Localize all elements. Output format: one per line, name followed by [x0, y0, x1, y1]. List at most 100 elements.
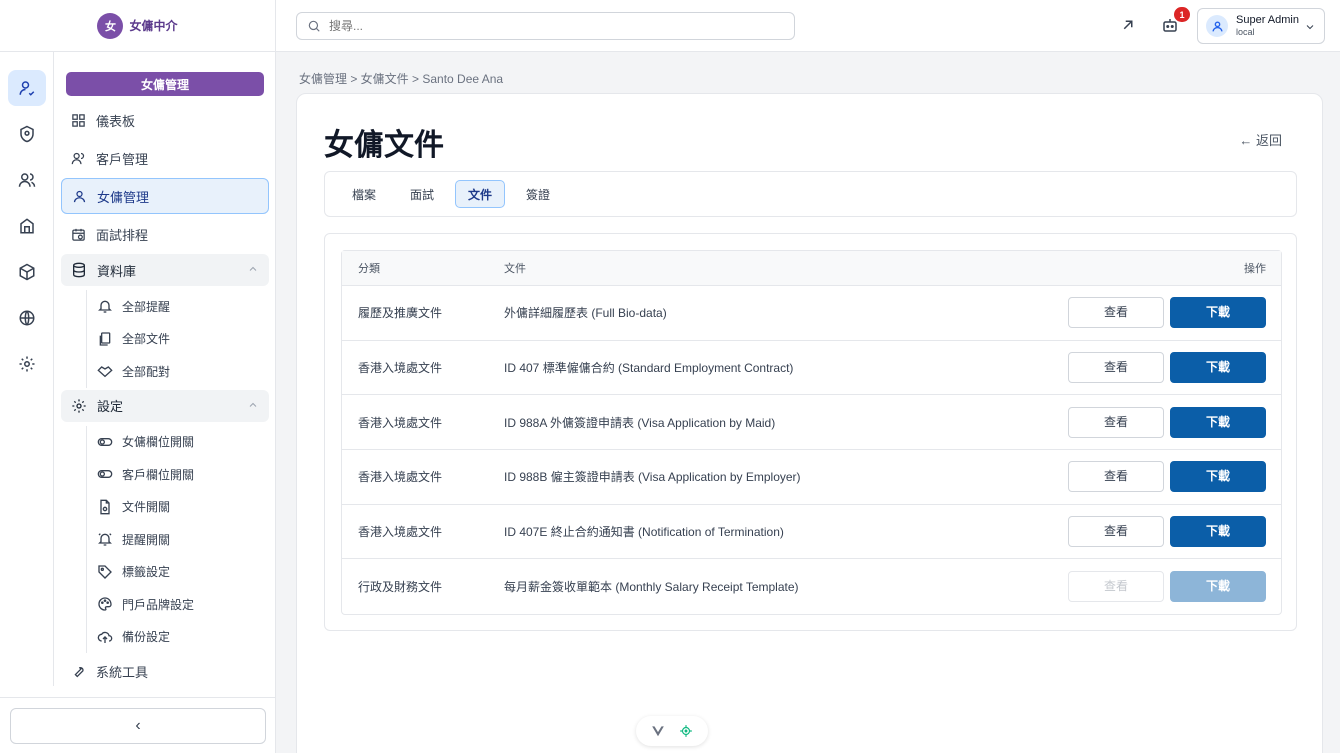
tab-visa[interactable]: 簽證: [513, 180, 563, 208]
rail-gear-icon[interactable]: [8, 346, 46, 382]
cell-document: ID 988B 僱主簽證申請表 (Visa Application by Emp…: [504, 450, 1024, 505]
sidebar-item-label: 備份設定: [122, 630, 171, 645]
documents-panel: 分類 文件 操作 履歷及推廣文件 外傭詳細履歷表 (Full Bio-data)…: [324, 233, 1297, 631]
table-row: 香港入境處文件 ID 407 標準僱傭合約 (Standard Employme…: [342, 341, 1281, 396]
dev-toolbar: [636, 716, 708, 746]
cell-category: 履歷及推廣文件: [342, 286, 504, 341]
search-input[interactable]: [329, 19, 769, 33]
settings-submenu: 女傭欄位開關 客戶欄位開關 文件開關 提醒開關 標籤設定 門戶品牌設定 備份設定: [86, 425, 269, 654]
sidebar-item-maid-field-toggles[interactable]: 女傭欄位開關: [97, 426, 269, 459]
brand-logo[interactable]: 女: [97, 12, 124, 39]
back-button[interactable]: ← 返回: [1239, 130, 1282, 149]
sidebar-group-settings[interactable]: 設定: [61, 389, 269, 422]
rail-users-icon[interactable]: [8, 162, 46, 198]
target-icon[interactable]: [679, 724, 693, 738]
sidebar-footer: ‹: [0, 697, 276, 753]
sidebar-item-client-field-toggles[interactable]: 客戶欄位開關: [97, 458, 269, 491]
view-button[interactable]: 查看: [1068, 406, 1164, 438]
sidebar-item-label: 女傭欄位開關: [122, 435, 195, 450]
cell-document: ID 407 標準僱傭合約 (Standard Employment Contr…: [504, 341, 1024, 396]
brand-name[interactable]: 女傭中介: [129, 17, 177, 34]
sidebar-item-label: 標籤設定: [122, 565, 171, 580]
search-icon: [308, 20, 320, 32]
download-button[interactable]: 下載: [1170, 461, 1266, 493]
database-icon: [73, 262, 85, 278]
view-button[interactable]: 查看: [1068, 352, 1164, 384]
view-button[interactable]: 查看: [1068, 461, 1164, 493]
view-button[interactable]: 查看: [1068, 516, 1164, 548]
user-role: local: [1236, 27, 1255, 37]
table-row: 行政及財務文件 每月薪金簽收單範本 (Monthly Salary Receip…: [342, 559, 1281, 614]
main-card: 女傭文件 ← 返回 檔案 面試 文件 簽證 分類 文件 操作 履歷及推廣文件 外…: [296, 93, 1323, 753]
user-icon: [73, 190, 86, 202]
tab-profile[interactable]: 檔案: [339, 180, 389, 208]
sidebar-item-reminder-toggles[interactable]: 提醒開關: [97, 523, 269, 556]
sidebar-item-system-tools[interactable]: 系統工具: [61, 653, 269, 689]
sidebar-item-all-documents[interactable]: 全部文件: [97, 323, 269, 356]
user-info: Super Admin local: [1236, 14, 1299, 38]
external-link-icon[interactable]: [1119, 16, 1139, 36]
cell-category: 香港入境處文件: [342, 450, 504, 505]
collapse-sidebar-button[interactable]: ‹: [10, 707, 266, 744]
rail-shield-icon[interactable]: [8, 116, 46, 152]
cell-actions: 查看 下載: [1024, 450, 1281, 505]
sidebar-item-label: 女傭管理: [97, 189, 150, 205]
sidebar-item-label: 客戶欄位開關: [122, 467, 195, 482]
download-button-disabled[interactable]: 下載: [1170, 571, 1266, 603]
cell-category: 香港入境處文件: [342, 505, 504, 560]
breadcrumb[interactable]: 女傭管理 > 女傭文件 > Santo Dee Ana: [299, 70, 503, 87]
cell-category: 行政及財務文件: [358, 580, 443, 595]
download-button[interactable]: 下載: [1170, 352, 1266, 384]
chevron-up-icon[interactable]: [247, 399, 259, 411]
sidebar-item-maids[interactable]: 女傭管理: [61, 178, 269, 214]
rail-building-icon[interactable]: [8, 208, 46, 244]
sidebar-item-label: 文件開關: [122, 500, 171, 515]
wrench-icon: [74, 666, 84, 677]
cell-actions: 查看 下載: [1024, 341, 1281, 396]
notification-button[interactable]: 1: [1161, 7, 1190, 36]
rail-globe-icon[interactable]: [8, 300, 46, 336]
view-button-disabled[interactable]: 查看: [1068, 571, 1164, 603]
download-button[interactable]: 下載: [1170, 516, 1266, 548]
topbar: 1 Super Admin local: [276, 0, 1340, 52]
gear-icon: [72, 398, 86, 413]
file-cog-icon: [100, 499, 110, 515]
search-box[interactable]: [296, 12, 795, 40]
sidebar-item-label: 系統工具: [96, 664, 149, 680]
sidebar-item-tag-settings[interactable]: 標籤設定: [97, 556, 269, 589]
user-icon: [1211, 20, 1223, 31]
download-button[interactable]: 下載: [1170, 406, 1266, 438]
sidebar-item-clients[interactable]: 客戶管理: [61, 140, 269, 176]
sidebar-nav: 女傭管理 儀表板 客戶管理 女傭管理 面試排程 資料庫 全部提醒 全部文件 全部…: [54, 52, 276, 691]
sidebar-group-database[interactable]: 資料庫: [61, 254, 269, 286]
sidebar-item-interviews[interactable]: 面試排程: [61, 216, 269, 252]
tab-documents[interactable]: 文件: [455, 180, 506, 208]
sidebar-item-backup-settings[interactable]: 備份設定: [97, 621, 269, 654]
cell-actions: 查看 下載: [1024, 395, 1281, 451]
nav-section-header[interactable]: 女傭管理: [66, 72, 264, 96]
sidebar-group-label: 資料庫: [97, 263, 137, 279]
cell-document: ID 407E 終止合約通知書 (Notification of Termina…: [504, 505, 1024, 560]
sidebar-item-portal-branding[interactable]: 門戶品牌設定: [97, 588, 269, 621]
documents-table: 分類 文件 操作 履歷及推廣文件 外傭詳細履歷表 (Full Bio-data)…: [341, 250, 1282, 616]
calendar-clock-icon: [72, 228, 85, 241]
tab-interview[interactable]: 面試: [397, 180, 447, 208]
chevron-up-icon[interactable]: [247, 263, 259, 275]
sidebar-item-label: 面試排程: [96, 227, 149, 243]
chevron-down-icon: [1306, 25, 1314, 30]
column-header-document: 文件: [504, 251, 1024, 286]
cell-document: ID 988A 外傭簽證申請表 (Visa Application by Mai…: [504, 395, 1024, 451]
rail-box-icon[interactable]: [8, 254, 46, 290]
sidebar-item-all-reminders[interactable]: 全部提醒: [97, 290, 269, 323]
toggle-icon: [97, 470, 113, 479]
download-button[interactable]: 下載: [1170, 297, 1266, 329]
sidebar-item-dashboard[interactable]: 儀表板: [61, 102, 269, 138]
user-menu[interactable]: Super Admin local: [1197, 8, 1325, 44]
database-submenu: 全部提醒 全部文件 全部配對: [86, 290, 269, 388]
sidebar-item-all-matches[interactable]: 全部配對: [97, 355, 269, 388]
rail-user-check-icon[interactable]: [7, 70, 46, 106]
vue-logo-icon[interactable]: [651, 724, 665, 738]
sidebar-item-document-toggles[interactable]: 文件開關: [97, 491, 269, 524]
view-button[interactable]: 查看: [1068, 297, 1164, 329]
brand-bar: 女 女傭中介: [0, 0, 275, 52]
